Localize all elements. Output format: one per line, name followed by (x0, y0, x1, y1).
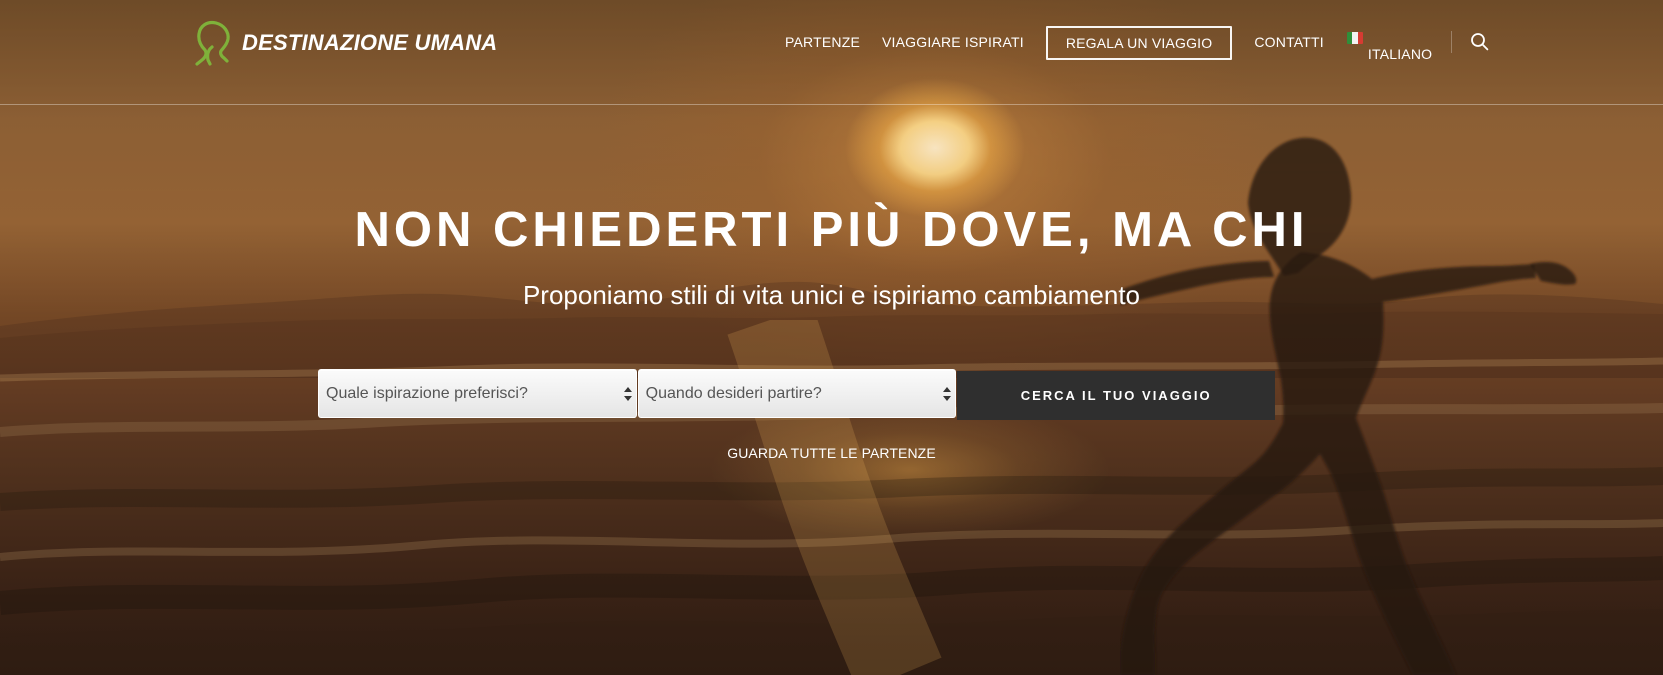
trip-search-bar: Quale ispirazione preferisci? Quando des… (318, 369, 1276, 420)
hero-copy: NON CHIEDERTI PIÙ DOVE, MA CHI Proponiam… (0, 206, 1663, 311)
nav-divider (1450, 31, 1452, 53)
nav-item-viaggiare-ispirati[interactable]: VIAGGIARE ISPIRATI (882, 26, 1024, 58)
inspiration-select[interactable]: Quale ispirazione preferisci? (318, 369, 637, 418)
departure-select[interactable]: Quando desideri partire? (637, 369, 957, 418)
departure-select-value: Quando desideri partire? (645, 385, 822, 402)
brand-logo[interactable]: Destinazione Umana (190, 18, 497, 66)
italy-flag-icon (1346, 32, 1363, 44)
profile-logo-icon (195, 20, 230, 66)
brand-name: Destinazione Umana (242, 30, 498, 55)
hero-headline: NON CHIEDERTI PIÙ DOVE, MA CHI (354, 203, 1309, 257)
nav-item-partenze[interactable]: PARTENZE (785, 26, 860, 58)
search-trip-button[interactable]: CERCA IL TUO VIAGGIO (957, 371, 1276, 420)
select-arrows-icon (623, 387, 632, 401)
hero-section: Destinazione Umana PARTENZE VIAGGIARE IS… (0, 0, 1663, 675)
site-header: Destinazione Umana PARTENZE VIAGGIARE IS… (0, 0, 1663, 105)
hero-subheadline: Proponiamo stili di vita unici e ispiria… (522, 280, 1141, 310)
search-icon[interactable] (1470, 32, 1490, 52)
all-departures-link[interactable]: GUARDA TUTTE LE PARTENZE (0, 445, 1663, 461)
nav-item-contatti[interactable]: CONTATTI (1254, 26, 1324, 58)
language-label: ITALIANO (1367, 46, 1433, 62)
regala-un-viaggio-button[interactable]: REGALA UN VIAGGIO (1045, 26, 1233, 60)
inspiration-select-value: Quale ispirazione preferisci? (326, 385, 528, 402)
language-selector[interactable]: ITALIANO (1346, 26, 1437, 68)
main-navigation: PARTENZE VIAGGIARE ISPIRATI REGALA UN VI… (785, 26, 1490, 68)
select-arrows-icon (943, 387, 952, 401)
